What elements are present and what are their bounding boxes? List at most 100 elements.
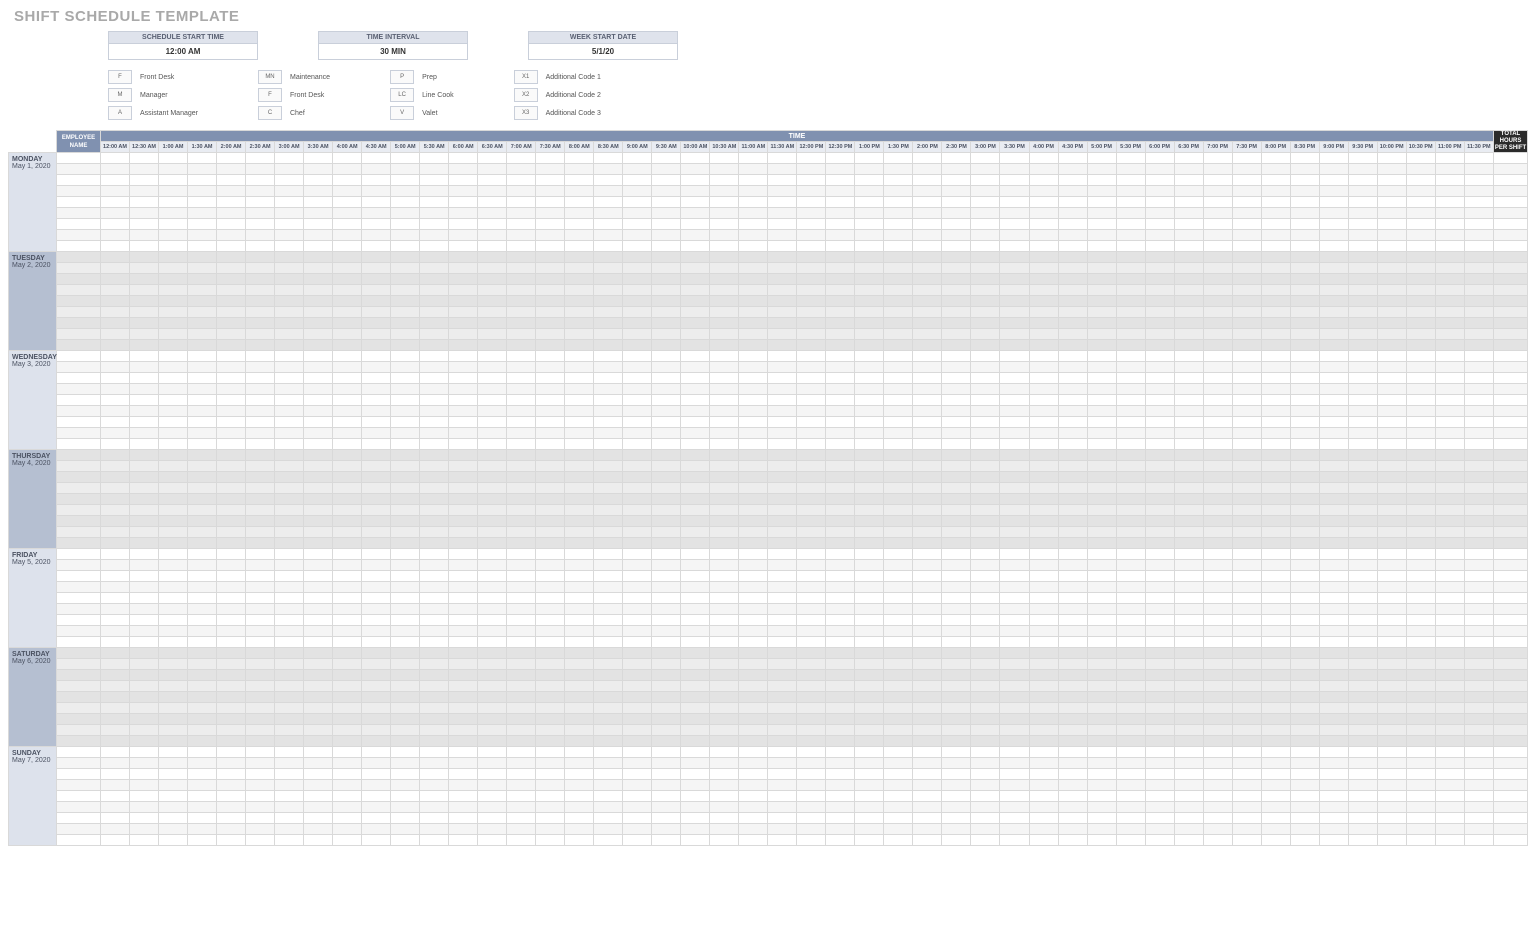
shift-cell[interactable] (1058, 549, 1087, 560)
shift-cell[interactable] (1261, 417, 1290, 428)
shift-cell[interactable] (217, 560, 246, 571)
shift-cell[interactable] (652, 494, 681, 505)
shift-cell[interactable] (188, 186, 217, 197)
shift-cell[interactable] (797, 560, 826, 571)
shift-cell[interactable] (594, 769, 623, 780)
shift-cell[interactable] (768, 186, 797, 197)
shift-cell[interactable] (101, 164, 130, 175)
shift-cell[interactable] (971, 252, 1000, 263)
shift-cell[interactable] (1203, 758, 1232, 769)
shift-cell[interactable] (159, 384, 188, 395)
shift-cell[interactable] (1377, 208, 1406, 219)
shift-cell[interactable] (565, 714, 594, 725)
shift-cell[interactable] (101, 736, 130, 747)
shift-cell[interactable] (1029, 516, 1058, 527)
shift-cell[interactable] (1029, 725, 1058, 736)
shift-cell[interactable] (188, 252, 217, 263)
shift-cell[interactable] (942, 604, 971, 615)
shift-cell[interactable] (1087, 230, 1116, 241)
shift-cell[interactable] (1029, 549, 1058, 560)
shift-cell[interactable] (304, 428, 333, 439)
shift-cell[interactable] (391, 692, 420, 703)
shift-cell[interactable] (362, 417, 391, 428)
shift-cell[interactable] (623, 494, 652, 505)
shift-cell[interactable] (1029, 758, 1058, 769)
shift-cell[interactable] (1145, 384, 1174, 395)
shift-cell[interactable] (1290, 505, 1319, 516)
shift-cell[interactable] (971, 736, 1000, 747)
shift-cell[interactable] (1261, 263, 1290, 274)
shift-cell[interactable] (1000, 439, 1029, 450)
shift-cell[interactable] (507, 263, 536, 274)
shift-cell[interactable] (1232, 670, 1261, 681)
shift-cell[interactable] (971, 714, 1000, 725)
shift-cell[interactable] (826, 593, 855, 604)
shift-cell[interactable] (1174, 637, 1203, 648)
shift-cell[interactable] (884, 428, 913, 439)
shift-cell[interactable] (623, 362, 652, 373)
shift-cell[interactable] (275, 692, 304, 703)
shift-cell[interactable] (826, 527, 855, 538)
shift-cell[interactable] (971, 241, 1000, 252)
shift-cell[interactable] (1145, 263, 1174, 274)
shift-cell[interactable] (362, 263, 391, 274)
shift-cell[interactable] (246, 340, 275, 351)
shift-cell[interactable] (478, 648, 507, 659)
shift-cell[interactable] (826, 648, 855, 659)
shift-cell[interactable] (1116, 241, 1145, 252)
shift-cell[interactable] (217, 197, 246, 208)
shift-cell[interactable] (971, 175, 1000, 186)
shift-cell[interactable] (971, 230, 1000, 241)
shift-cell[interactable] (1464, 714, 1493, 725)
shift-cell[interactable] (246, 571, 275, 582)
shift-cell[interactable] (188, 494, 217, 505)
shift-cell[interactable] (797, 648, 826, 659)
shift-cell[interactable] (1464, 197, 1493, 208)
shift-cell[interactable] (420, 175, 449, 186)
shift-cell[interactable] (1087, 428, 1116, 439)
shift-cell[interactable] (826, 186, 855, 197)
shift-cell[interactable] (1174, 417, 1203, 428)
shift-cell[interactable] (333, 340, 362, 351)
shift-cell[interactable] (217, 637, 246, 648)
shift-cell[interactable] (159, 549, 188, 560)
shift-cell[interactable] (1435, 219, 1464, 230)
shift-cell[interactable] (1087, 582, 1116, 593)
shift-cell[interactable] (304, 439, 333, 450)
shift-cell[interactable] (507, 296, 536, 307)
shift-cell[interactable] (217, 538, 246, 549)
shift-cell[interactable] (623, 296, 652, 307)
shift-cell[interactable] (1406, 439, 1435, 450)
shift-cell[interactable] (884, 571, 913, 582)
shift-cell[interactable] (1377, 417, 1406, 428)
shift-cell[interactable] (275, 648, 304, 659)
shift-cell[interactable] (1377, 439, 1406, 450)
shift-cell[interactable] (217, 384, 246, 395)
shift-cell[interactable] (159, 659, 188, 670)
shift-cell[interactable] (1435, 516, 1464, 527)
shift-cell[interactable] (826, 626, 855, 637)
shift-cell[interactable] (1290, 274, 1319, 285)
shift-cell[interactable] (1029, 164, 1058, 175)
shift-cell[interactable] (1261, 505, 1290, 516)
shift-cell[interactable] (565, 615, 594, 626)
shift-cell[interactable] (362, 252, 391, 263)
shift-cell[interactable] (1116, 527, 1145, 538)
shift-cell[interactable] (217, 659, 246, 670)
shift-cell[interactable] (478, 241, 507, 252)
shift-cell[interactable] (420, 791, 449, 802)
shift-cell[interactable] (362, 560, 391, 571)
shift-cell[interactable] (1435, 582, 1464, 593)
shift-cell[interactable] (1029, 483, 1058, 494)
shift-cell[interactable] (1348, 285, 1377, 296)
shift-cell[interactable] (1348, 703, 1377, 714)
shift-cell[interactable] (420, 725, 449, 736)
shift-cell[interactable] (478, 373, 507, 384)
shift-cell[interactable] (1087, 604, 1116, 615)
shift-cell[interactable] (362, 296, 391, 307)
shift-cell[interactable] (449, 758, 478, 769)
shift-cell[interactable] (623, 505, 652, 516)
shift-cell[interactable] (1348, 758, 1377, 769)
shift-cell[interactable] (942, 285, 971, 296)
shift-cell[interactable] (391, 835, 420, 846)
